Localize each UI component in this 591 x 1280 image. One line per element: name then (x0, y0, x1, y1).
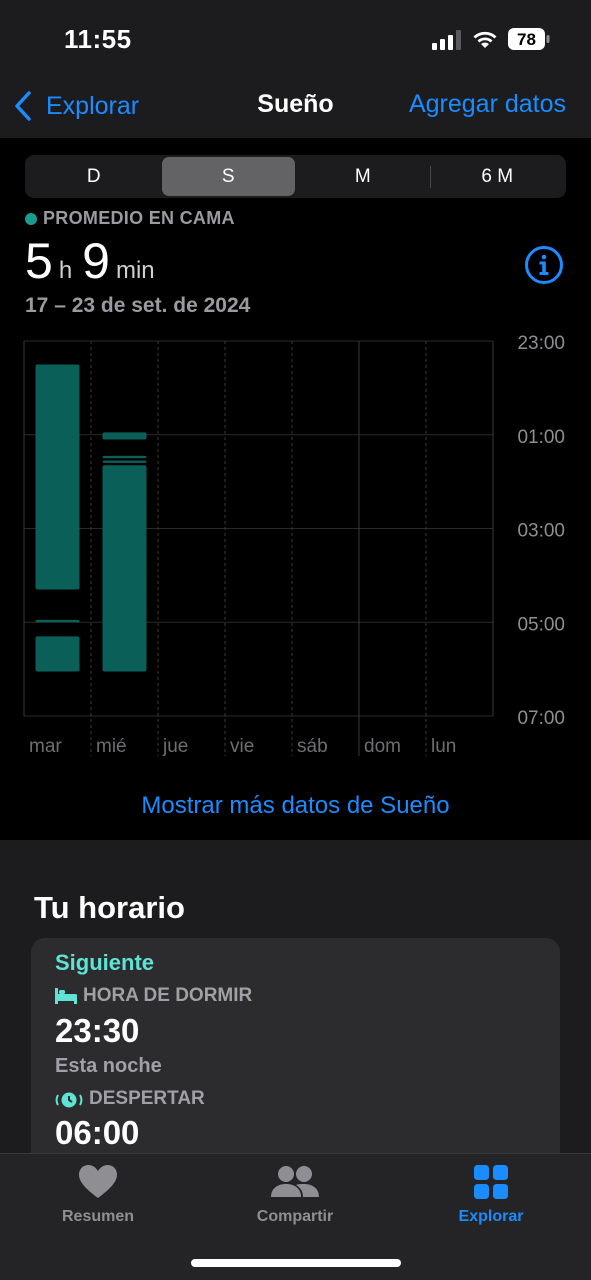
x-tick-label: lun (431, 736, 456, 757)
people-icon (271, 1166, 319, 1197)
alarm-clock-icon (55, 1092, 83, 1108)
sleep-bar (35, 636, 80, 672)
show-more-link[interactable]: Mostrar más datos de Sueño (0, 792, 591, 820)
y-tick-label: 05:00 (517, 614, 565, 635)
tab-summary-label: Resumen (61, 1208, 135, 1225)
nav-bar: Explorar Sueño Agregar datos (0, 80, 591, 138)
x-tick-label: dom (364, 736, 401, 757)
schedule-title: Tu horario (34, 890, 185, 925)
status-time: 11:55 (64, 24, 132, 54)
legend-dot (25, 212, 37, 225)
wake-value: 06:00 (55, 1114, 140, 1151)
tab-summary[interactable]: Resumen (18, 1164, 178, 1226)
summary-category-label: PROMEDIO EN CAMA (43, 208, 235, 228)
battery-level: 78 (517, 30, 536, 49)
tab-explore[interactable]: Explorar (411, 1164, 571, 1226)
segment-week[interactable]: S (161, 157, 295, 196)
heart-icon (79, 1165, 117, 1198)
hours-unit: h (58, 257, 73, 284)
x-tick-label: sáb (297, 736, 328, 757)
y-tick-label: 07:00 (517, 708, 565, 729)
date-range: 17 – 23 de set. de 2024 (25, 294, 251, 317)
tab-share[interactable]: Compartir (215, 1164, 375, 1226)
bedtime-when: Esta noche (55, 1055, 162, 1077)
x-tick-label: vie (230, 736, 254, 757)
sleep-bar (102, 455, 147, 459)
sleep-bar (102, 465, 147, 672)
back-label: Explorar (46, 91, 140, 120)
battery-icon: 78 (508, 28, 550, 50)
wifi-icon (473, 31, 497, 48)
x-tick-label: mié (96, 736, 127, 757)
chevron-left-icon (15, 91, 31, 121)
info-icon[interactable] (524, 245, 564, 285)
add-data-button[interactable]: Agregar datos (409, 90, 566, 119)
segment-month[interactable]: M (296, 157, 430, 196)
average-value: 5 h 9 min (25, 232, 165, 290)
x-tick-label: jue (162, 736, 188, 757)
sleep-chart[interactable]: 23:00 01:00 03:00 05:00 07:00 mar mié jue vie sáb… (0, 330, 591, 770)
status-bar: 11:55 78 (0, 0, 591, 80)
wake-label-row: DESPERTAR (55, 1088, 205, 1110)
next-label: Siguiente (55, 950, 155, 975)
bed-icon (55, 988, 77, 1004)
average-minutes: 9 (82, 233, 110, 289)
y-tick-label: 03:00 (517, 521, 565, 542)
sleep-bar (35, 364, 80, 590)
segment-6-months[interactable]: 6 M (431, 157, 565, 196)
sleep-bar (102, 460, 147, 463)
sleep-bar (35, 619, 80, 623)
bedtime-label: HORA DE DORMIR (83, 985, 253, 1006)
minutes-unit: min (115, 257, 155, 284)
y-tick-label: 23:00 (517, 333, 565, 354)
x-tick-label: mar (29, 736, 62, 757)
average-hours: 5 (25, 233, 53, 289)
segment-day[interactable]: D (27, 157, 161, 196)
period-segmented-control: D S M 6 M (25, 155, 566, 198)
bedtime-value: 23:30 (55, 1012, 140, 1049)
grid-icon (474, 1165, 508, 1199)
sleep-bar (102, 432, 147, 440)
tab-share-label: Compartir (256, 1208, 334, 1225)
back-button[interactable]: Explorar (12, 88, 139, 124)
tab-explore-label: Explorar (458, 1208, 524, 1225)
home-indicator (191, 1259, 401, 1267)
bedtime-label-row: HORA DE DORMIR (55, 985, 252, 1007)
summary-category: PROMEDIO EN CAMA (25, 208, 235, 229)
wake-label: DESPERTAR (89, 1088, 205, 1109)
y-tick-label: 01:00 (517, 427, 565, 448)
cellular-signal-icon (432, 30, 461, 50)
